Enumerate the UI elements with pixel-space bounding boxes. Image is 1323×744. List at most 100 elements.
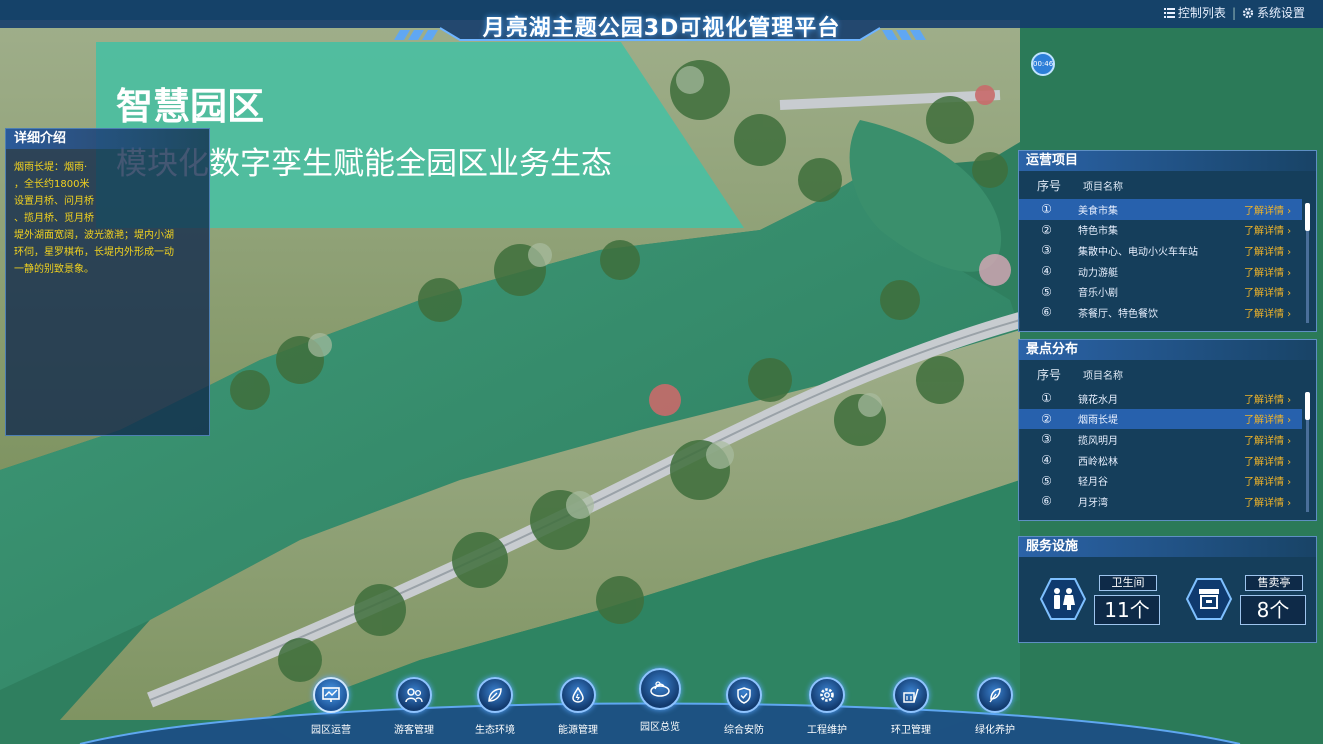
detail-line: 一静的别致景象。 <box>14 264 94 275</box>
row-no: ④ <box>1041 453 1052 468</box>
nav-label: 生态环境 <box>475 725 515 736</box>
row-name: 轻月谷 <box>1078 477 1108 489</box>
restroom-label: 卫生间 <box>1099 575 1157 591</box>
operations-row[interactable]: ③ 集散中心、电动小火车车站 了解详情 › <box>1019 240 1302 261</box>
kiosk-label: 售卖亭 <box>1245 575 1303 591</box>
system-settings-label: 系统设置 <box>1256 6 1305 20</box>
nav-park-overview[interactable]: 园区总览 <box>625 660 695 733</box>
scenic-row[interactable]: ⑤ 轻月谷 了解详情 › <box>1019 470 1302 491</box>
restroom-stat[interactable]: 卫生间 11个 <box>1039 567 1169 647</box>
row-no: ④ <box>1041 264 1052 279</box>
sanitation-icon <box>893 677 929 713</box>
nav-label: 游客管理 <box>394 725 434 736</box>
col-name-header: 项目名称 <box>1083 370 1123 382</box>
nav-park-operations[interactable]: 园区运营 <box>296 660 366 736</box>
water-drop-icon <box>560 677 596 713</box>
row-no: ③ <box>1041 243 1052 258</box>
operations-scrollbar[interactable] <box>1305 203 1310 323</box>
nav-energy[interactable]: 能源管理 <box>543 660 613 736</box>
scenic-row[interactable]: ④ 西岭松林 了解详情 › <box>1019 450 1302 471</box>
visitors-icon <box>396 677 432 713</box>
detail-text: 烟雨长堤：烟雨· ，全长约1800米 设置月桥、问月桥 、揽月桥、觅月桥 堤外湖… <box>6 149 209 288</box>
nav-security[interactable]: 综合安防 <box>709 660 779 736</box>
services-content: 卫生间 11个 售卖亭 8个 <box>1019 557 1316 642</box>
kiosk-count: 8个 <box>1240 595 1306 625</box>
nav-engineering-maintenance[interactable]: 工程维护 <box>792 660 862 736</box>
nav-greening[interactable]: 绿化养护 <box>960 660 1030 736</box>
scroll-thumb[interactable] <box>1305 203 1310 231</box>
detail-line: 设置月桥、问月桥 <box>14 196 94 207</box>
time-marker[interactable]: 00:46 <box>1031 52 1055 76</box>
scenic-row[interactable]: ① 镜花水月 了解详情 › <box>1019 388 1302 409</box>
nav-label: 工程维护 <box>807 725 847 736</box>
scenic-row[interactable]: ② 烟雨长堤 了解详情 › <box>1019 408 1302 430</box>
nav-label: 园区总览 <box>640 722 680 733</box>
services-panel: 服务设施 卫生间 11个 售卖亭 8个 <box>1018 536 1317 643</box>
row-name: 动力游艇 <box>1078 267 1118 279</box>
operations-row[interactable]: ⑤ 音乐小剧 了解详情 › <box>1019 281 1302 302</box>
scenic-row[interactable]: ③ 揽风明月 了解详情 › <box>1019 429 1302 450</box>
control-list-label: 控制列表 <box>1177 6 1226 20</box>
operations-row[interactable]: ② 特色市集 了解详情 › <box>1019 220 1302 241</box>
detail-line: 环伺，星罗棋布，长堤内外形成一动 <box>14 247 174 258</box>
learn-more-link[interactable]: 了解详情 › <box>1244 411 1302 426</box>
nav-label: 环卫管理 <box>891 725 931 736</box>
row-no: ⑤ <box>1041 473 1052 488</box>
app-title: 月亮湖主题公园3D可视化管理平台 <box>482 16 841 41</box>
restroom-count: 11个 <box>1094 595 1160 625</box>
col-name-header: 项目名称 <box>1083 181 1123 193</box>
action-divider: | <box>1231 5 1236 20</box>
learn-more-link[interactable]: 了解详情 › <box>1244 391 1302 406</box>
operations-row[interactable]: ④ 动力游艇 了解详情 › <box>1019 261 1302 282</box>
nav-ecology[interactable]: 生态环境 <box>460 660 530 736</box>
services-panel-title: 服务设施 <box>1019 537 1316 557</box>
learn-more-link[interactable]: 了解详情 › <box>1244 243 1302 258</box>
learn-more-link[interactable]: 了解详情 › <box>1244 222 1302 237</box>
row-name: 西岭松林 <box>1078 456 1118 468</box>
learn-more-link[interactable]: 了解详情 › <box>1244 284 1302 299</box>
park-overview-icon <box>639 668 681 710</box>
learn-more-link[interactable]: 了解详情 › <box>1244 305 1302 320</box>
detail-panel-title: 详细介绍 <box>6 129 209 149</box>
nav-label: 绿化养护 <box>975 725 1015 736</box>
kiosk-stat[interactable]: 售卖亭 8个 <box>1185 567 1315 647</box>
row-no: ② <box>1041 222 1052 237</box>
learn-more-link[interactable]: 了解详情 › <box>1244 453 1302 468</box>
learn-more-link[interactable]: 了解详情 › <box>1244 202 1302 217</box>
row-no: ② <box>1041 411 1052 426</box>
scroll-thumb[interactable] <box>1305 392 1310 420</box>
leaf-icon <box>477 677 513 713</box>
nav-visitor-management[interactable]: 游客管理 <box>379 660 449 736</box>
learn-more-link[interactable]: 了解详情 › <box>1244 473 1302 488</box>
system-settings-button[interactable]: 系统设置 <box>1242 4 1305 21</box>
detail-line: 烟雨长堤：烟雨· <box>14 162 88 173</box>
scenic-row[interactable]: ⑥ 月牙湾 了解详情 › <box>1019 491 1302 512</box>
learn-more-link[interactable]: 了解详情 › <box>1244 494 1302 509</box>
banner-title: 智慧园区 <box>116 85 264 128</box>
scenic-panel-title: 景点分布 <box>1019 340 1316 360</box>
control-list-button[interactable]: 控制列表 <box>1163 4 1226 21</box>
nav-sanitation[interactable]: 环卫管理 <box>876 660 946 736</box>
learn-more-link[interactable]: 了解详情 › <box>1244 264 1302 279</box>
gear-icon <box>809 677 845 713</box>
operations-panel: 运营项目 序号 项目名称 ① 美食市集 了解详情 › ② 特色市集 了解详情 › ③ 集散… <box>1018 150 1317 332</box>
col-no-header: 序号 <box>1036 178 1061 193</box>
operations-row[interactable]: ⑥ 茶餐厅、特色餐饮 了解详情 › <box>1019 302 1302 323</box>
row-name: 茶餐厅、特色餐饮 <box>1078 308 1158 320</box>
operations-table-header: 序号 项目名称 <box>1019 171 1316 199</box>
detail-line: ，全长约1800米 <box>14 179 90 190</box>
learn-more-link[interactable]: 了解详情 › <box>1244 432 1302 447</box>
row-no: ③ <box>1041 432 1052 447</box>
row-name: 镜花水月 <box>1078 394 1118 406</box>
row-no: ⑥ <box>1041 305 1052 320</box>
row-name: 音乐小剧 <box>1078 288 1118 300</box>
detail-line: 堤外湖面宽阔，波光激滟；堤内小湖 <box>14 230 174 241</box>
detail-line: 、揽月桥、觅月桥 <box>14 213 94 224</box>
plant-icon <box>977 677 1013 713</box>
row-name: 揽风明月 <box>1078 435 1118 447</box>
scenic-scrollbar[interactable] <box>1305 392 1310 512</box>
chart-screen-icon <box>313 677 349 713</box>
row-name: 集散中心、电动小火车车站 <box>1078 246 1198 258</box>
operations-row[interactable]: ① 美食市集 了解详情 › <box>1019 199 1302 220</box>
restroom-icon <box>1039 578 1087 620</box>
